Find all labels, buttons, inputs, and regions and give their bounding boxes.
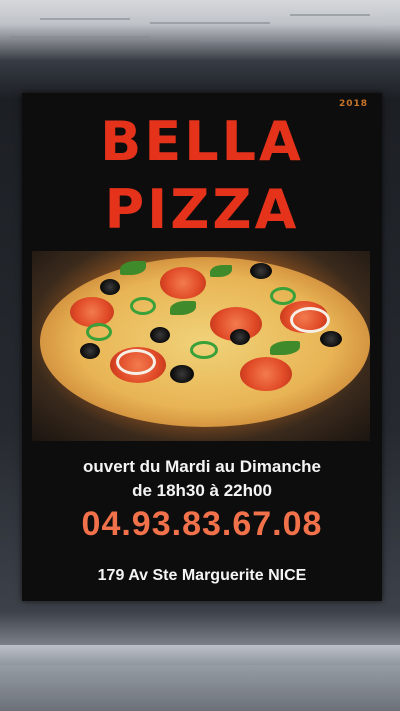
monitor-screen-edge: [0, 0, 400, 60]
pizza-poster: 2018 BELLA PIZZA ouvert du Mardi au Dima…: [22, 93, 382, 601]
address-text: 179 Av Ste Marguerite NICE: [97, 567, 307, 584]
opening-hours-text: de 18h30 à 22h00: [132, 481, 272, 500]
pizza-image: [40, 257, 370, 427]
title-pizza: PIZZA: [104, 178, 300, 241]
title-bella: BELLA: [100, 110, 304, 173]
monitor-bezel: [0, 645, 400, 665]
pizza-photo: [32, 251, 370, 441]
phone-number: 04.93.83.67.08: [81, 505, 323, 543]
year-label: 2018: [338, 99, 368, 109]
opening-days-text: ouvert du Mardi au Dimanche: [82, 457, 322, 476]
